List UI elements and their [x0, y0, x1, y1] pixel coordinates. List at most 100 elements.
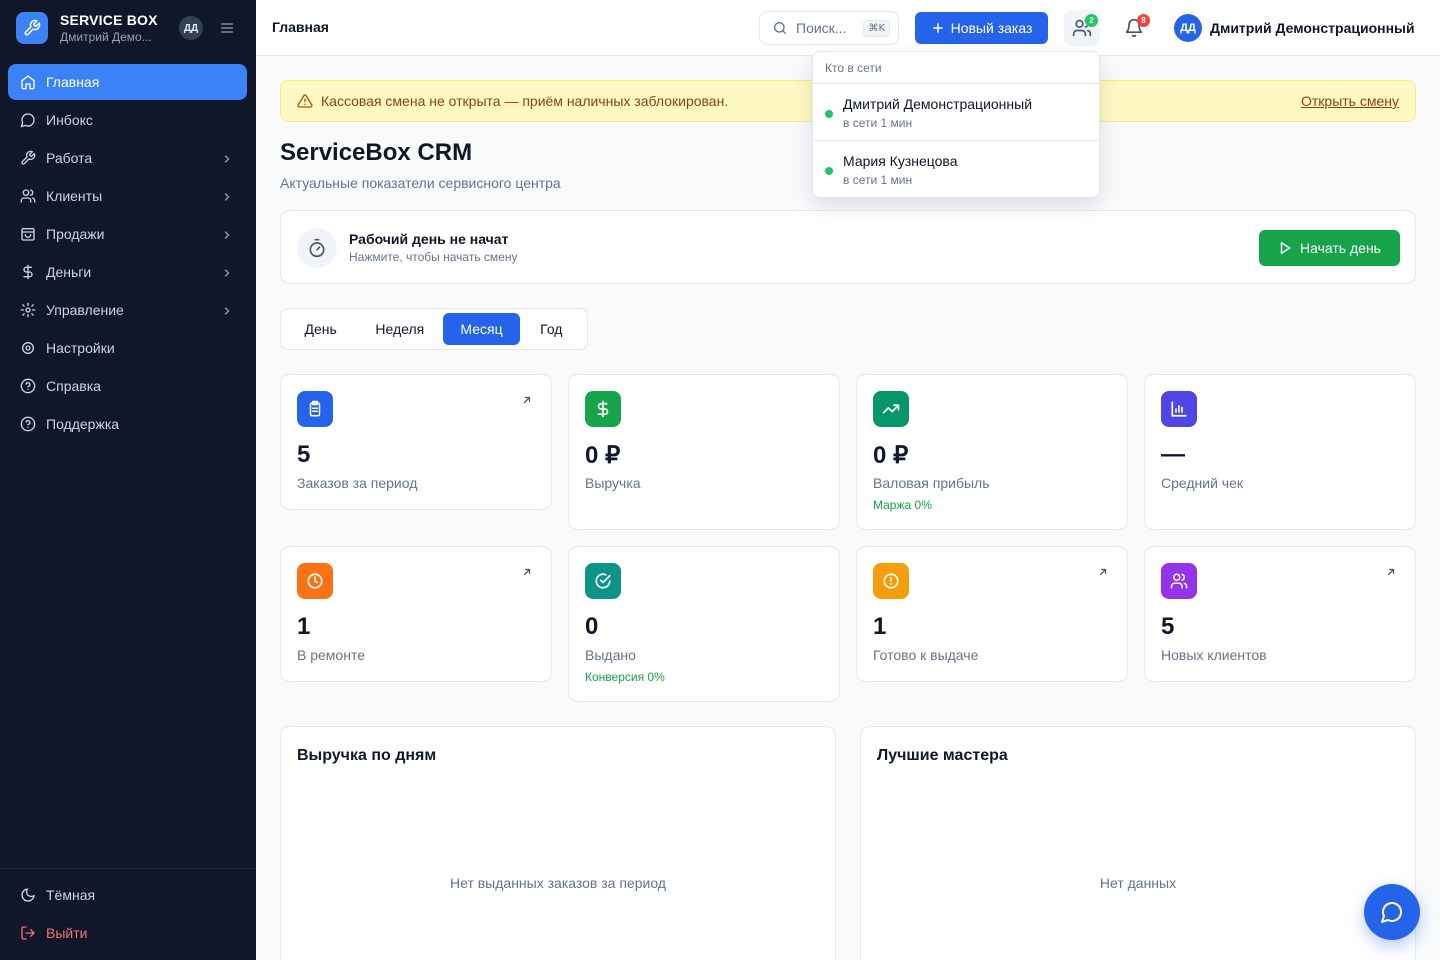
online-user-row[interactable]: Дмитрий Демонстрационный в сети 1 мин	[813, 84, 1099, 141]
sidebar-item-home[interactable]: Главная	[8, 64, 247, 100]
help-icon	[20, 378, 36, 394]
chevron-right-icon	[221, 228, 233, 240]
sidebar-item-inbox[interactable]: Инбокс	[8, 102, 247, 138]
sidebar-item-label: Главная	[46, 74, 100, 90]
search-icon	[772, 20, 788, 36]
user-menu[interactable]: ДД Дмитрий Демонстрационный	[1174, 14, 1415, 42]
sidebar-item-money[interactable]: Деньги	[8, 254, 247, 290]
online-user-name: Мария Кузнецова	[843, 153, 958, 169]
dollar-icon	[20, 264, 36, 280]
stat-value: 0	[585, 613, 599, 640]
plus-icon	[931, 21, 945, 35]
avatar[interactable]: ДД	[179, 16, 203, 40]
arrow-up-right-icon	[1097, 565, 1109, 577]
online-status-dot	[825, 110, 833, 118]
sidebar-footer: Тёмная Выйти	[0, 868, 256, 953]
menu-icon[interactable]	[219, 20, 235, 36]
stat-card-issued: 0 Выдано Конверсия 0%	[568, 546, 840, 702]
stat-label: Средний чек	[1161, 475, 1244, 491]
alert-text: Кассовая смена не открыта — приём наличн…	[321, 93, 729, 109]
stat-value: 1	[873, 613, 887, 640]
page-heading: ServiceBox CRM	[280, 139, 473, 166]
work-day-card: Рабочий день не начат Нажмите, чтобы нач…	[280, 210, 1416, 284]
theme-toggle[interactable]: Тёмная	[8, 877, 248, 913]
search-input[interactable]: Поиск... ⌘K	[759, 11, 899, 45]
stat-card-new-clients[interactable]: 5 Новых клиентов	[1144, 546, 1416, 682]
trending-up-icon	[873, 391, 909, 427]
panel-title: Лучшие мастера	[877, 747, 1008, 764]
stat-sub: Маржа 0%	[873, 498, 932, 512]
settings-icon	[20, 340, 36, 356]
chevron-right-icon	[221, 304, 233, 316]
notifications-button[interactable]: 8	[1116, 10, 1152, 46]
period-switcher: День Неделя Месяц Год	[280, 308, 588, 350]
panel-title: Выручка по дням	[297, 747, 437, 764]
stat-card-ready[interactable]: 1 Готово к выдаче	[856, 546, 1128, 682]
stat-card-average-check: — Средний чек	[1144, 374, 1416, 530]
popup-title: Кто в сети	[813, 52, 1099, 84]
arrow-up-right-icon	[521, 393, 533, 405]
online-user-status: в сети 1 мин	[843, 173, 913, 187]
chat-icon	[1380, 900, 1404, 924]
sidebar-item-settings[interactable]: Настройки	[8, 330, 247, 366]
clock-icon	[297, 563, 333, 599]
sidebar-item-clients[interactable]: Клиенты	[8, 178, 247, 214]
chevron-right-icon	[221, 190, 233, 202]
tab-week[interactable]: Неделя	[356, 313, 443, 345]
sidebar-item-label: Поддержка	[46, 416, 120, 432]
start-day-label: Начать день	[1300, 240, 1381, 256]
stat-label: В ремонте	[297, 647, 365, 663]
arrow-up-right-icon	[521, 565, 533, 577]
revenue-by-day-panel: Выручка по дням Нет выданных заказов за …	[280, 726, 836, 960]
stat-card-revenue: 0 ₽ Выручка	[568, 374, 840, 530]
open-shift-link[interactable]: Открыть смену	[1301, 93, 1399, 109]
sidebar-item-label: Настройки	[46, 340, 115, 356]
chat-button[interactable]	[1364, 884, 1420, 940]
sidebar-item-label: Продажи	[46, 226, 105, 242]
online-users-popup: Кто в сети Дмитрий Демонстрационный в се…	[812, 51, 1100, 198]
stat-card-in-repair[interactable]: 1 В ремонте	[280, 546, 552, 682]
users-icon	[1161, 563, 1197, 599]
users-icon	[20, 188, 36, 204]
brand-name: SERVICE BOX	[60, 12, 158, 28]
sidebar-item-work[interactable]: Работа	[8, 140, 247, 176]
sidebar-item-support[interactable]: Поддержка	[8, 406, 247, 442]
stat-label: Новых клиентов	[1161, 647, 1267, 663]
message-icon	[20, 112, 36, 128]
stat-label: Валовая прибыль	[873, 475, 990, 491]
chevron-right-icon	[221, 266, 233, 278]
stat-value: 0 ₽	[585, 442, 621, 469]
notifications-badge: 8	[1137, 14, 1150, 27]
new-order-button[interactable]: Новый заказ	[915, 12, 1048, 44]
alert-circle-icon	[873, 563, 909, 599]
tab-day[interactable]: День	[285, 313, 356, 345]
sidebar-item-label: Инбокс	[46, 112, 93, 128]
stat-value: 0 ₽	[873, 442, 909, 469]
online-count-badge: 2	[1085, 14, 1098, 27]
check-circle-icon	[585, 563, 621, 599]
sidebar-item-sales[interactable]: Продажи	[8, 216, 247, 252]
avatar: ДД	[1174, 14, 1202, 42]
logout-label: Выйти	[46, 925, 88, 941]
user-name: Дмитрий Демонстрационный	[1210, 20, 1415, 36]
stat-value: —	[1161, 441, 1185, 468]
online-users-button[interactable]: 2	[1064, 10, 1100, 46]
start-day-button[interactable]: Начать день	[1259, 230, 1400, 266]
brand[interactable]: SERVICE BOX Дмитрий Демо...	[16, 12, 158, 44]
dollar-icon	[585, 391, 621, 427]
new-order-label: Новый заказ	[950, 20, 1033, 36]
tab-month[interactable]: Месяц	[443, 313, 520, 345]
warning-icon	[297, 93, 313, 109]
stat-card-orders[interactable]: 5 Заказов за период	[280, 374, 552, 510]
sidebar-item-help[interactable]: Справка	[8, 368, 247, 404]
logout-button[interactable]: Выйти	[8, 915, 248, 951]
wrench-icon	[20, 150, 36, 166]
chevron-right-icon	[221, 152, 233, 164]
tab-year[interactable]: Год	[520, 313, 583, 345]
sidebar-item-management[interactable]: Управление	[8, 292, 247, 328]
online-user-status: в сети 1 мин	[843, 116, 913, 130]
empty-state: Нет данных	[1099, 875, 1177, 891]
top-header: Главная Поиск... ⌘K Новый заказ 2 8 ДД Д…	[256, 0, 1440, 56]
online-user-row[interactable]: Мария Кузнецова в сети 1 мин	[813, 141, 1099, 198]
online-user-name: Дмитрий Демонстрационный	[843, 96, 1033, 112]
